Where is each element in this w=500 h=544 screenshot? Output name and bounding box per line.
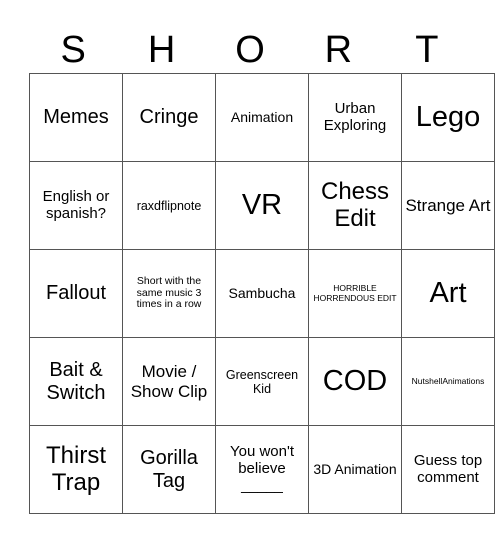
- header-letter: R: [324, 29, 353, 71]
- bingo-cell[interactable]: Thirst Trap: [29, 425, 123, 514]
- bingo-cell[interactable]: NutshellAnimations: [401, 337, 495, 426]
- bingo-cell[interactable]: Gorilla Tag: [122, 425, 216, 514]
- bingo-cell[interactable]: Urban Exploring: [308, 73, 402, 162]
- bingo-cell[interactable]: Sambucha: [215, 249, 309, 338]
- bingo-cell[interactable]: HORRIBLE HORRENDOUS EDIT: [308, 249, 402, 338]
- bingo-cell[interactable]: 3D Animation: [308, 425, 402, 514]
- bingo-cell[interactable]: Cringe: [122, 73, 216, 162]
- bingo-cell[interactable]: Strange Art: [401, 161, 495, 250]
- header-letter: H: [147, 29, 176, 71]
- bingo-header: S H O R T: [29, 28, 471, 73]
- board-row: English or spanish? raxdflipnote VR Ches…: [29, 161, 495, 250]
- bingo-cell[interactable]: English or spanish?: [29, 161, 123, 250]
- bingo-cell[interactable]: Memes: [29, 73, 123, 162]
- bingo-board: Memes Cringe Animation Urban Exploring L…: [29, 73, 495, 514]
- header-letter: O: [235, 29, 265, 71]
- bingo-cell[interactable]: Animation: [215, 73, 309, 162]
- bingo-cell[interactable]: Guess top comment: [401, 425, 495, 514]
- board-row: Thirst Trap Gorilla Tag You won't believ…: [29, 425, 495, 514]
- header-letter: S: [60, 29, 86, 71]
- board-row: Bait & Switch Movie / Show Clip Greenscr…: [29, 337, 495, 426]
- bingo-cell[interactable]: Greenscreen Kid: [215, 337, 309, 426]
- board-row: Memes Cringe Animation Urban Exploring L…: [29, 73, 495, 162]
- bingo-cell[interactable]: Bait & Switch: [29, 337, 123, 426]
- bingo-cell[interactable]: COD: [308, 337, 402, 426]
- bingo-cell[interactable]: You won't believe _____: [215, 425, 309, 514]
- board-row: Fallout Short with the same music 3 time…: [29, 249, 495, 338]
- bingo-cell[interactable]: raxdflipnote: [122, 161, 216, 250]
- header-letter: T: [415, 29, 439, 71]
- bingo-cell[interactable]: Chess Edit: [308, 161, 402, 250]
- bingo-cell[interactable]: Short with the same music 3 times in a r…: [122, 249, 216, 338]
- bingo-cell[interactable]: Lego: [401, 73, 495, 162]
- bingo-cell[interactable]: VR: [215, 161, 309, 250]
- bingo-cell[interactable]: Movie / Show Clip: [122, 337, 216, 426]
- bingo-cell[interactable]: Art: [401, 249, 495, 338]
- bingo-cell[interactable]: Fallout: [29, 249, 123, 338]
